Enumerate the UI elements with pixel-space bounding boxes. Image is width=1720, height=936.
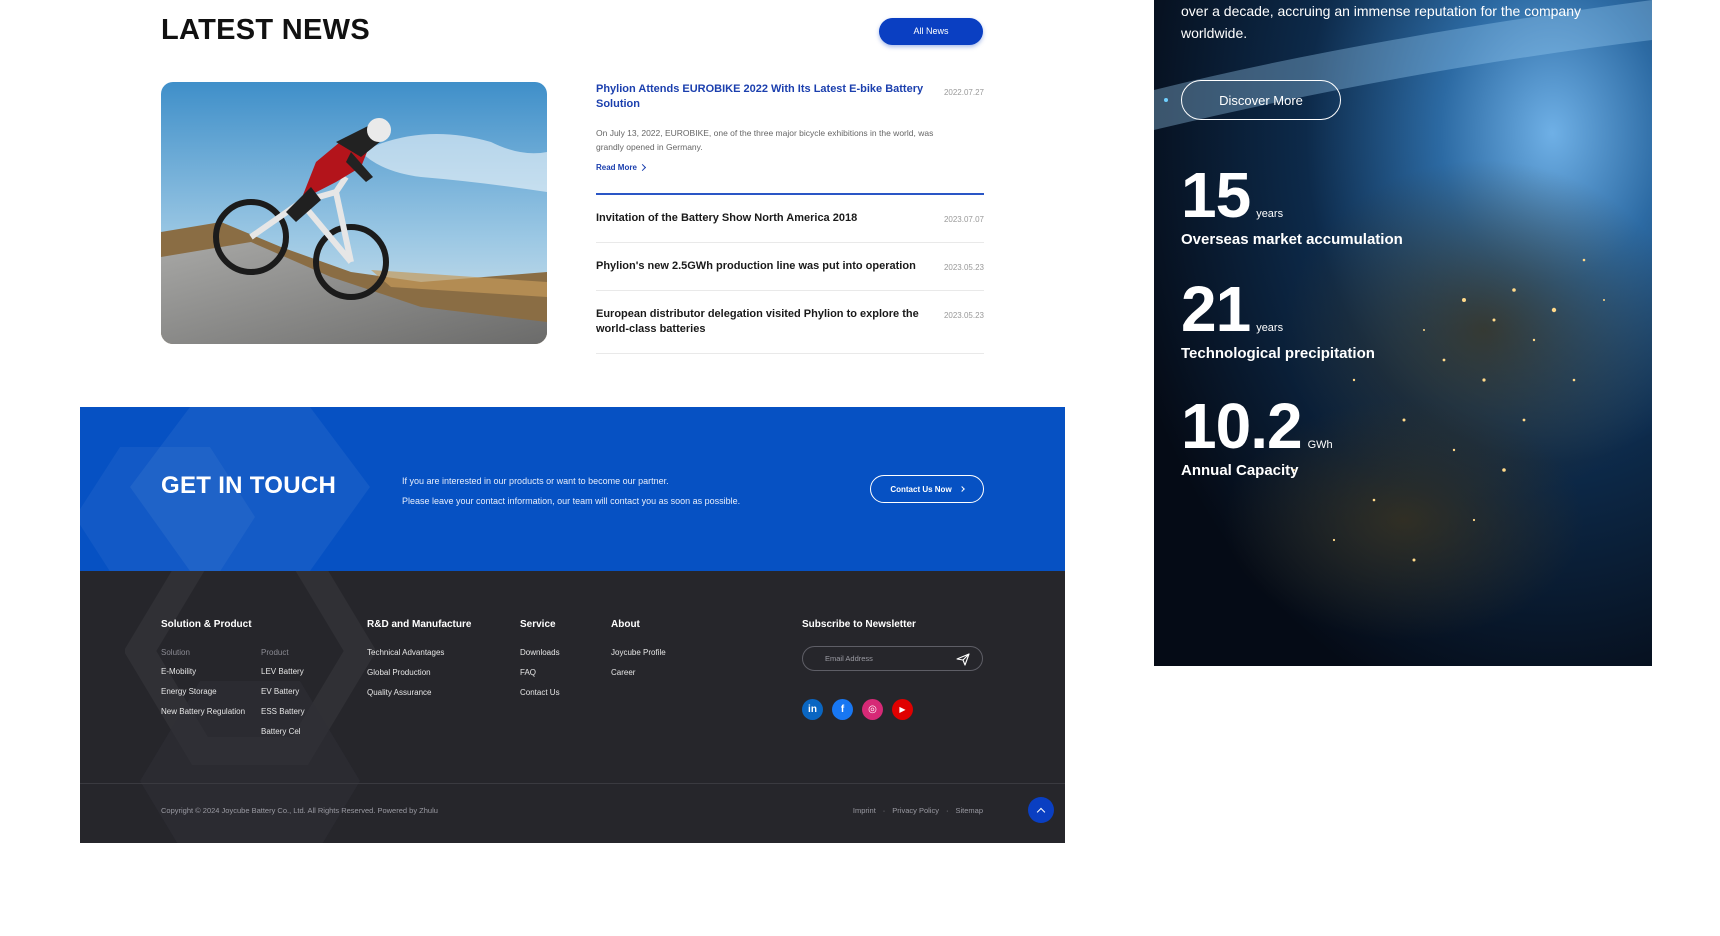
legal-separator: · [882,806,886,815]
footer-col-title: Service [520,619,556,630]
legal-separator: · [945,806,949,815]
footer-link[interactable]: EV Battery [261,687,305,696]
footer-link[interactable]: FAQ [520,668,560,677]
footer-link[interactable]: E-Mobility [161,667,247,676]
featured-news-item[interactable]: Phylion Attends EUROBIKE 2022 With Its L… [596,82,984,195]
copyright-text: Copyright © 2024 Joycube Battery Co., Lt… [161,806,438,815]
contact-band: GET IN TOUCH If you are interested in ou… [80,407,1065,571]
news-item-date: 2023.05.23 [943,263,984,272]
stats-panel: over a decade, accruing an immense reput… [1154,0,1652,666]
news-section-title: LATEST NEWS [161,14,370,46]
newsletter-title: Subscribe to Newsletter [802,619,916,630]
footer-link[interactable]: Contact Us [520,688,560,697]
news-list-item[interactable]: Phylion's new 2.5GWh production line was… [596,243,984,291]
chevron-right-icon [958,486,965,492]
legal-links: Imprint · Privacy Policy · Sitemap [853,806,983,815]
all-news-button[interactable]: All News [879,18,983,45]
footer-col-service: Service Downloads FAQ Contact Us [520,619,560,708]
stat-technology: 21 years Technological precipitation [1181,277,1375,362]
read-more-label: Read More [596,163,637,172]
news-item-title[interactable]: Invitation of the Battery Show North Ame… [596,211,926,226]
footer-link[interactable]: Career [611,668,666,677]
stat-unit: years [1256,208,1284,220]
stat-number: 21 [1181,273,1251,345]
footer-link[interactable]: Energy Storage [161,687,247,696]
newsletter-form [802,646,983,671]
footer-link[interactable]: Technical Advantages [367,648,471,657]
chevron-up-icon [1036,807,1046,816]
news-item-date: 2023.07.07 [943,215,984,224]
footer-link[interactable]: Global Production [367,668,471,677]
get-in-touch-title: GET IN TOUCH [161,472,337,499]
stat-label: Annual Capacity [1181,462,1299,479]
footer-subcategory-label: Product [261,648,289,657]
stat-unit: years [1256,322,1284,334]
site-footer: Solution & Product Solution E-Mobility E… [80,571,1065,843]
instagram-icon[interactable]: ◎ [862,699,883,720]
discover-more-button[interactable]: Discover More [1181,80,1341,120]
news-item-date: 2023.05.23 [943,311,984,320]
contact-us-button[interactable]: Contact Us Now [870,475,984,503]
footer-subcategory-label: Solution [161,648,190,657]
contact-text: If you are interested in our products or… [402,471,740,511]
footer-col-title: Solution & Product [161,619,252,630]
footer-link[interactable]: ESS Battery [261,707,305,716]
footer-link[interactable]: Downloads [520,648,560,657]
panel-intro-text: over a decade, accruing an immense reput… [1181,3,1582,41]
contact-text-line: If you are interested in our products or… [402,476,669,486]
featured-news-description: On July 13, 2022, EUROBIKE, one of the t… [596,128,934,152]
footer-col-title: About [611,619,640,630]
stat-unit: GWh [1307,439,1333,451]
imprint-link[interactable]: Imprint [853,806,876,815]
social-links: in f ◎ ▶ [802,699,913,720]
footer-link[interactable]: Quality Assurance [367,688,471,697]
featured-news-image[interactable] [161,82,547,344]
stat-capacity: 10.2 GWh Annual Capacity [1181,394,1333,479]
stat-number: 10.2 [1181,390,1303,462]
news-item-title[interactable]: Phylion's new 2.5GWh production line was… [596,259,926,274]
sitemap-link[interactable]: Sitemap [955,806,983,815]
news-list-item[interactable]: Invitation of the Battery Show North Ame… [596,195,984,243]
footer-link[interactable]: New Battery Regulation [161,707,247,716]
linkedin-icon[interactable]: in [802,699,823,720]
contact-us-label: Contact Us Now [890,484,952,494]
news-list-item[interactable]: European distributor delegation visited … [596,291,984,354]
stat-number: 15 [1181,159,1251,231]
back-to-top-button[interactable] [1028,797,1054,823]
footer-divider [80,783,1065,784]
footer-col-solution-product: Solution & Product Solution E-Mobility E… [161,619,305,747]
stat-label: Technological precipitation [1181,345,1375,362]
footer-link[interactable]: LEV Battery [261,667,305,676]
footer-col-about: About Joycube Profile Career [611,619,666,688]
footer-col-rd: R&D and Manufacture Technical Advantages… [367,619,471,708]
footer-col-title: R&D and Manufacture [367,619,472,630]
read-more-link[interactable]: Read More [596,163,646,172]
stat-overseas: 15 years Overseas market accumulation [1181,163,1403,248]
privacy-policy-link[interactable]: Privacy Policy [892,806,939,815]
chevron-right-icon [638,163,646,172]
featured-news-date: 2022.07.27 [943,88,984,97]
featured-news-title[interactable]: Phylion Attends EUROBIKE 2022 With Its L… [596,82,926,112]
facebook-icon[interactable]: f [832,699,853,720]
contact-text-line: Please leave your contact information, o… [402,496,741,506]
footer-link[interactable]: Joycube Profile [611,648,666,657]
email-field[interactable] [803,654,953,663]
stat-label: Overseas market accumulation [1181,231,1403,248]
news-item-title[interactable]: European distributor delegation visited … [596,307,926,337]
send-icon[interactable] [956,653,970,666]
news-list: Phylion Attends EUROBIKE 2022 With Its L… [596,82,984,354]
footer-link[interactable]: Battery Cel [261,727,305,736]
youtube-icon[interactable]: ▶ [892,699,913,720]
